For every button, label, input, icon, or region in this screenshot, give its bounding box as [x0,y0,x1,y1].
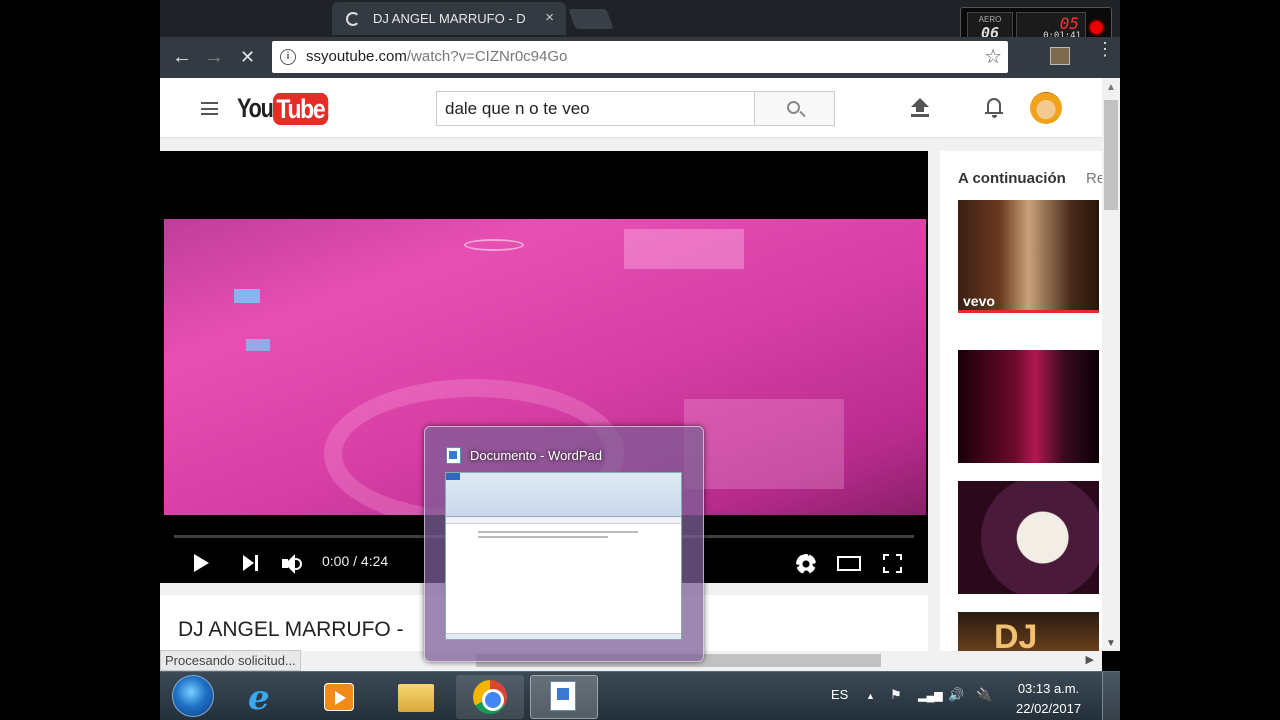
wordpad-window-thumbnail[interactable] [445,472,682,640]
settings-gear-icon[interactable] [796,554,816,574]
video-title: DJ ANGEL MARRUFO - [178,618,404,641]
new-tab-button[interactable] [568,9,614,29]
status-bubble: Procesando solicitud... [160,650,301,671]
loading-spinner-icon [346,12,360,26]
site-info-icon[interactable]: i [280,49,296,65]
preview-title: Documento - WordPad [470,448,602,463]
scroll-down-arrow-icon[interactable]: ▼ [1106,638,1116,649]
browser-toolbar: ← → ✕ i ssyoutube.com/watch?v=CIZNr0c94G… [160,37,1120,78]
notifications-bell-icon[interactable] [985,98,1003,118]
tab-title: DJ ANGEL MARRUFO - D [373,11,526,26]
extension-icon[interactable] [1050,47,1070,65]
browser-tab[interactable]: DJ ANGEL MARRUFO - D × [332,2,566,35]
screen: DJ ANGEL MARRUFO - D × AERO 06 05 0:01:4… [0,0,1280,720]
language-indicator[interactable]: ES [831,687,848,702]
player-time: 0:00 / 4:24 [322,553,389,569]
vevo-badge: vevo [963,293,995,309]
wordpad-taskbar-preview[interactable]: Documento - WordPad [424,426,704,662]
aero-label: AERO [978,15,1002,24]
search-icon [787,101,800,114]
wordpad-statusbar [446,633,681,639]
address-bar[interactable]: i ssyoutube.com/watch?v=CIZNr0c94Go ☆ [272,41,1008,73]
stop-loading-button[interactable]: ✕ [240,45,255,69]
video-thumbnail[interactable] [958,350,1099,463]
thumbnail-text: DJ [994,618,1038,651]
wordpad-icon [446,447,461,464]
hamburger-menu-icon[interactable] [201,102,218,115]
video-thumbnail[interactable]: DJ [958,612,1099,651]
system-clock[interactable]: 03:13 a.m. 22/02/2017 [1016,679,1081,719]
show-hidden-icons-icon[interactable]: ▲ [866,691,875,701]
record-button[interactable] [1088,19,1105,36]
document-text-line [478,531,638,533]
upload-icon[interactable] [911,98,929,118]
network-signal-icon[interactable]: ▂▄▆ [918,689,943,702]
logo-tube: Tube [273,93,328,125]
file-explorer-icon[interactable] [398,684,434,712]
watched-progress [958,310,1099,313]
show-desktop-button[interactable] [1102,672,1120,720]
action-center-flag-icon[interactable]: ⚑ [890,687,902,703]
volume-tray-icon[interactable]: 🔊 [948,687,964,703]
logo-you: You [237,93,274,123]
video-thumbnail[interactable]: vevo [958,200,1099,313]
autoplay-label: Re [1086,170,1102,187]
windows-taskbar: e ES ▲ ⚑ ▂▄▆ 🔊 🔌 03:13 a.m. 22/02/2017 [160,671,1120,720]
fullscreen-icon[interactable] [883,554,902,573]
chrome-menu-icon[interactable]: ⋮ [1096,40,1114,58]
wordpad-icon[interactable] [550,681,576,711]
start-button[interactable] [172,675,214,717]
search-input[interactable]: dale que n o te veo [436,91,755,126]
up-next-heading: A continuación [958,170,1066,187]
back-button[interactable]: ← [172,45,192,69]
clock-time: 03:13 a.m. [1017,681,1080,696]
power-icon[interactable]: 🔌 [976,687,992,703]
document-text-line [478,536,608,538]
url-path: /watch?v=CIZNr0c94Go [406,48,568,65]
clock-date: 22/02/2017 [1016,701,1082,716]
internet-explorer-icon[interactable]: e [248,678,270,718]
up-next-sidebar: A continuación Re vevo DJ [940,151,1102,651]
vertical-scroll-thumb[interactable] [1104,100,1118,210]
vertical-scrollbar[interactable]: ▲ ▼ [1102,78,1120,651]
search-button[interactable] [755,91,835,126]
volume-icon[interactable] [282,554,308,574]
url-host: ssyoutube.com [306,48,407,65]
forward-button[interactable]: → [204,45,224,69]
video-thumbnail[interactable] [958,481,1099,594]
theater-mode-icon[interactable] [837,556,861,571]
address-url[interactable]: ssyoutube.com/watch?v=CIZNr0c94Go [306,48,567,65]
wordpad-ruler [446,517,681,524]
next-video-icon[interactable] [243,555,259,571]
scroll-right-arrow-icon[interactable]: ▶ [1086,653,1094,666]
media-player-icon[interactable] [324,683,354,711]
scroll-up-arrow-icon[interactable]: ▲ [1106,82,1116,93]
chrome-icon[interactable] [473,680,507,714]
tab-close-icon[interactable]: × [545,9,554,26]
avatar[interactable] [1030,92,1062,124]
play-icon[interactable] [194,554,209,572]
youtube-header: You Tube dale que n o te veo [160,78,1102,138]
wordpad-ribbon [446,473,681,517]
bookmark-star-icon[interactable]: ☆ [984,44,1002,69]
